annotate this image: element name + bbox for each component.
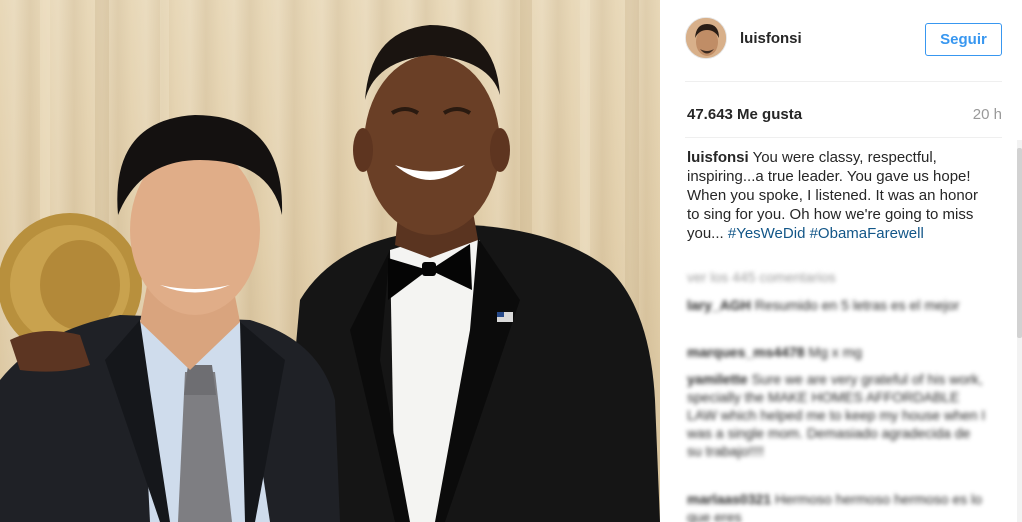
post-photo[interactable] xyxy=(0,0,660,522)
post-caption: luisfonsi You were classy, respectful, i… xyxy=(687,148,987,243)
photo-illustration xyxy=(0,0,660,522)
comment-username[interactable]: lary_AGH xyxy=(687,297,751,313)
comment-username[interactable]: yamilette xyxy=(687,371,748,387)
post-sidebar: luisfonsi Seguir 47.643 Me gusta 20 h lu… xyxy=(660,0,1022,522)
comment-username[interactable]: marques_ms4478 xyxy=(687,344,805,360)
follow-button[interactable]: Seguir xyxy=(925,23,1002,56)
comment-text: Resumido en 5 letras es el mejor xyxy=(754,297,960,313)
like-count[interactable]: 47.643 Me gusta xyxy=(687,106,802,123)
avatar-image xyxy=(686,18,726,58)
hashtag-obamafarewell[interactable]: #ObamaFarewell xyxy=(810,225,924,242)
hashtag-yeswedid[interactable]: #YesWeDid xyxy=(728,225,806,242)
post-time[interactable]: 20 h xyxy=(973,106,1002,123)
comment-username[interactable]: marlaas0321 xyxy=(687,491,771,507)
likes-divider xyxy=(685,137,1002,138)
header-divider xyxy=(685,81,1002,82)
comment-text: Mg x mg xyxy=(808,344,863,360)
comment: yamilette Sure we are very grateful of h… xyxy=(687,370,987,460)
view-more-comments-link[interactable]: ver los 445 comentarios xyxy=(687,269,836,285)
comment: lary_AGH Resumido en 5 letras es el mejo… xyxy=(687,296,987,314)
comments-scrollbar-thumb[interactable] xyxy=(1017,148,1022,338)
avatar[interactable] xyxy=(685,17,727,59)
caption-username[interactable]: luisfonsi xyxy=(687,149,749,166)
post-username[interactable]: luisfonsi xyxy=(740,30,802,47)
person-right xyxy=(280,25,660,522)
post-header: luisfonsi Seguir xyxy=(660,0,1022,82)
comment: marques_ms4478 Mg x mg xyxy=(687,343,987,361)
comment: marlaas0321 Hermoso hermoso hermoso es l… xyxy=(687,490,987,522)
